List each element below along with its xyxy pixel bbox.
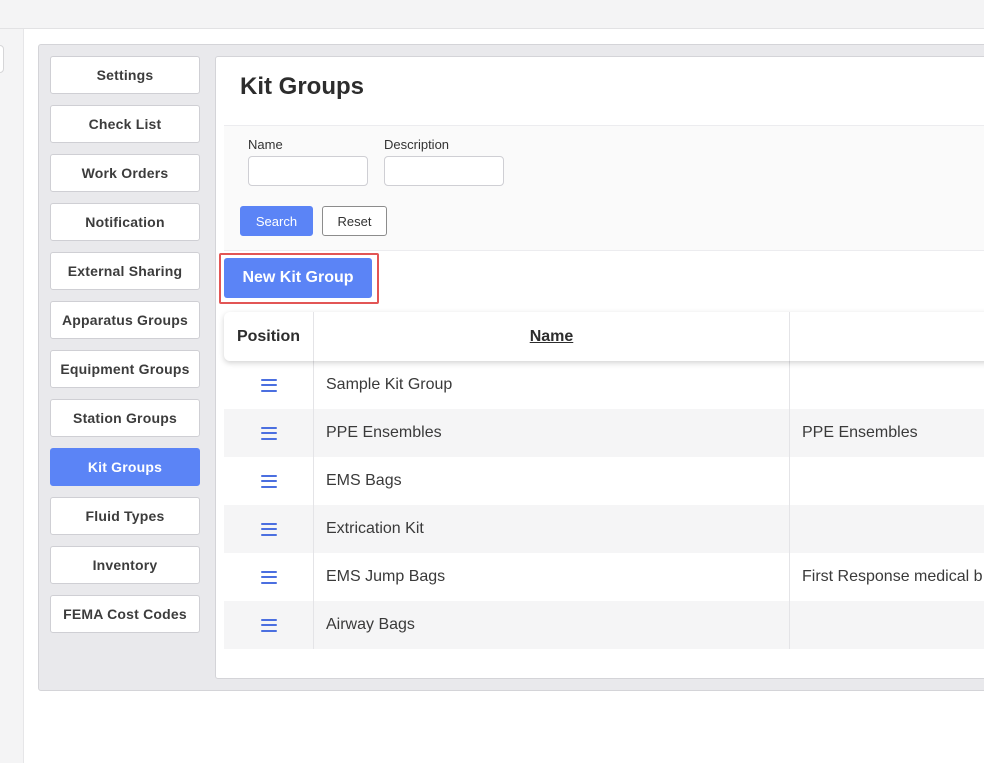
- column-header-name[interactable]: Name: [314, 312, 790, 361]
- page-title: Kit Groups: [240, 73, 364, 100]
- row-name: PPE Ensembles: [314, 409, 790, 457]
- sidebar-item-settings[interactable]: Settings: [50, 56, 200, 94]
- row-description: [790, 361, 984, 409]
- sidebar-item-fema-cost-codes[interactable]: FEMA Cost Codes: [50, 595, 200, 633]
- table-header: Position Name: [224, 312, 984, 361]
- left-strip: [0, 29, 24, 763]
- row-description: PPE Ensembles: [802, 424, 918, 441]
- filter-section: Name Description Search Reset: [224, 125, 984, 251]
- drag-handle-icon[interactable]: [260, 618, 277, 632]
- table-row[interactable]: EMS Jump Bags First Response medical b: [224, 553, 984, 601]
- sidebar-item-notification[interactable]: Notification: [50, 203, 200, 241]
- row-description: [790, 601, 984, 649]
- row-name: Airway Bags: [314, 601, 790, 649]
- table-row[interactable]: Sample Kit Group: [224, 361, 984, 409]
- column-header-position: Position: [224, 312, 314, 361]
- table-row[interactable]: EMS Bags: [224, 457, 984, 505]
- row-description: First Response medical b: [802, 568, 983, 585]
- row-name: EMS Bags: [314, 457, 790, 505]
- sidebar-item-fluid-types[interactable]: Fluid Types: [50, 497, 200, 535]
- content-panel: Kit Groups Name Description Search Reset…: [215, 56, 984, 679]
- sidebar-item-inventory[interactable]: Inventory: [50, 546, 200, 584]
- sidebar-item-station-groups[interactable]: Station Groups: [50, 399, 200, 437]
- row-description: [790, 505, 984, 553]
- search-button[interactable]: Search: [240, 206, 313, 236]
- row-description: [790, 457, 984, 505]
- kit-groups-table: Position Name Sample Kit Group PPE Ensem…: [224, 312, 984, 649]
- row-name: Extrication Kit: [314, 505, 790, 553]
- column-header-description: [790, 312, 984, 361]
- description-filter-label: Description: [384, 137, 450, 152]
- new-kit-group-button[interactable]: New Kit Group: [224, 258, 372, 298]
- settings-sidebar: Settings Check List Work Orders Notifica…: [50, 56, 200, 644]
- table-row[interactable]: Extrication Kit: [224, 505, 984, 553]
- sidebar-item-kit-groups[interactable]: Kit Groups: [50, 448, 200, 486]
- description-filter-input[interactable]: [384, 156, 504, 186]
- row-name: EMS Jump Bags: [314, 553, 790, 601]
- name-filter-input[interactable]: [248, 156, 368, 186]
- table-row[interactable]: PPE Ensembles PPE Ensembles: [224, 409, 984, 457]
- collapse-handle[interactable]: [0, 45, 4, 73]
- drag-handle-icon[interactable]: [260, 522, 277, 536]
- sidebar-item-apparatus-groups[interactable]: Apparatus Groups: [50, 301, 200, 339]
- name-filter-label: Name: [248, 137, 283, 152]
- reset-button[interactable]: Reset: [322, 206, 387, 236]
- table-row[interactable]: Airway Bags: [224, 601, 984, 649]
- sidebar-item-external-sharing[interactable]: External Sharing: [50, 252, 200, 290]
- drag-handle-icon[interactable]: [260, 378, 277, 392]
- top-bar: [0, 0, 984, 29]
- sidebar-item-check-list[interactable]: Check List: [50, 105, 200, 143]
- drag-handle-icon[interactable]: [260, 426, 277, 440]
- sidebar-item-work-orders[interactable]: Work Orders: [50, 154, 200, 192]
- row-name: Sample Kit Group: [314, 361, 790, 409]
- sidebar-item-equipment-groups[interactable]: Equipment Groups: [50, 350, 200, 388]
- drag-handle-icon[interactable]: [260, 474, 277, 488]
- drag-handle-icon[interactable]: [260, 570, 277, 584]
